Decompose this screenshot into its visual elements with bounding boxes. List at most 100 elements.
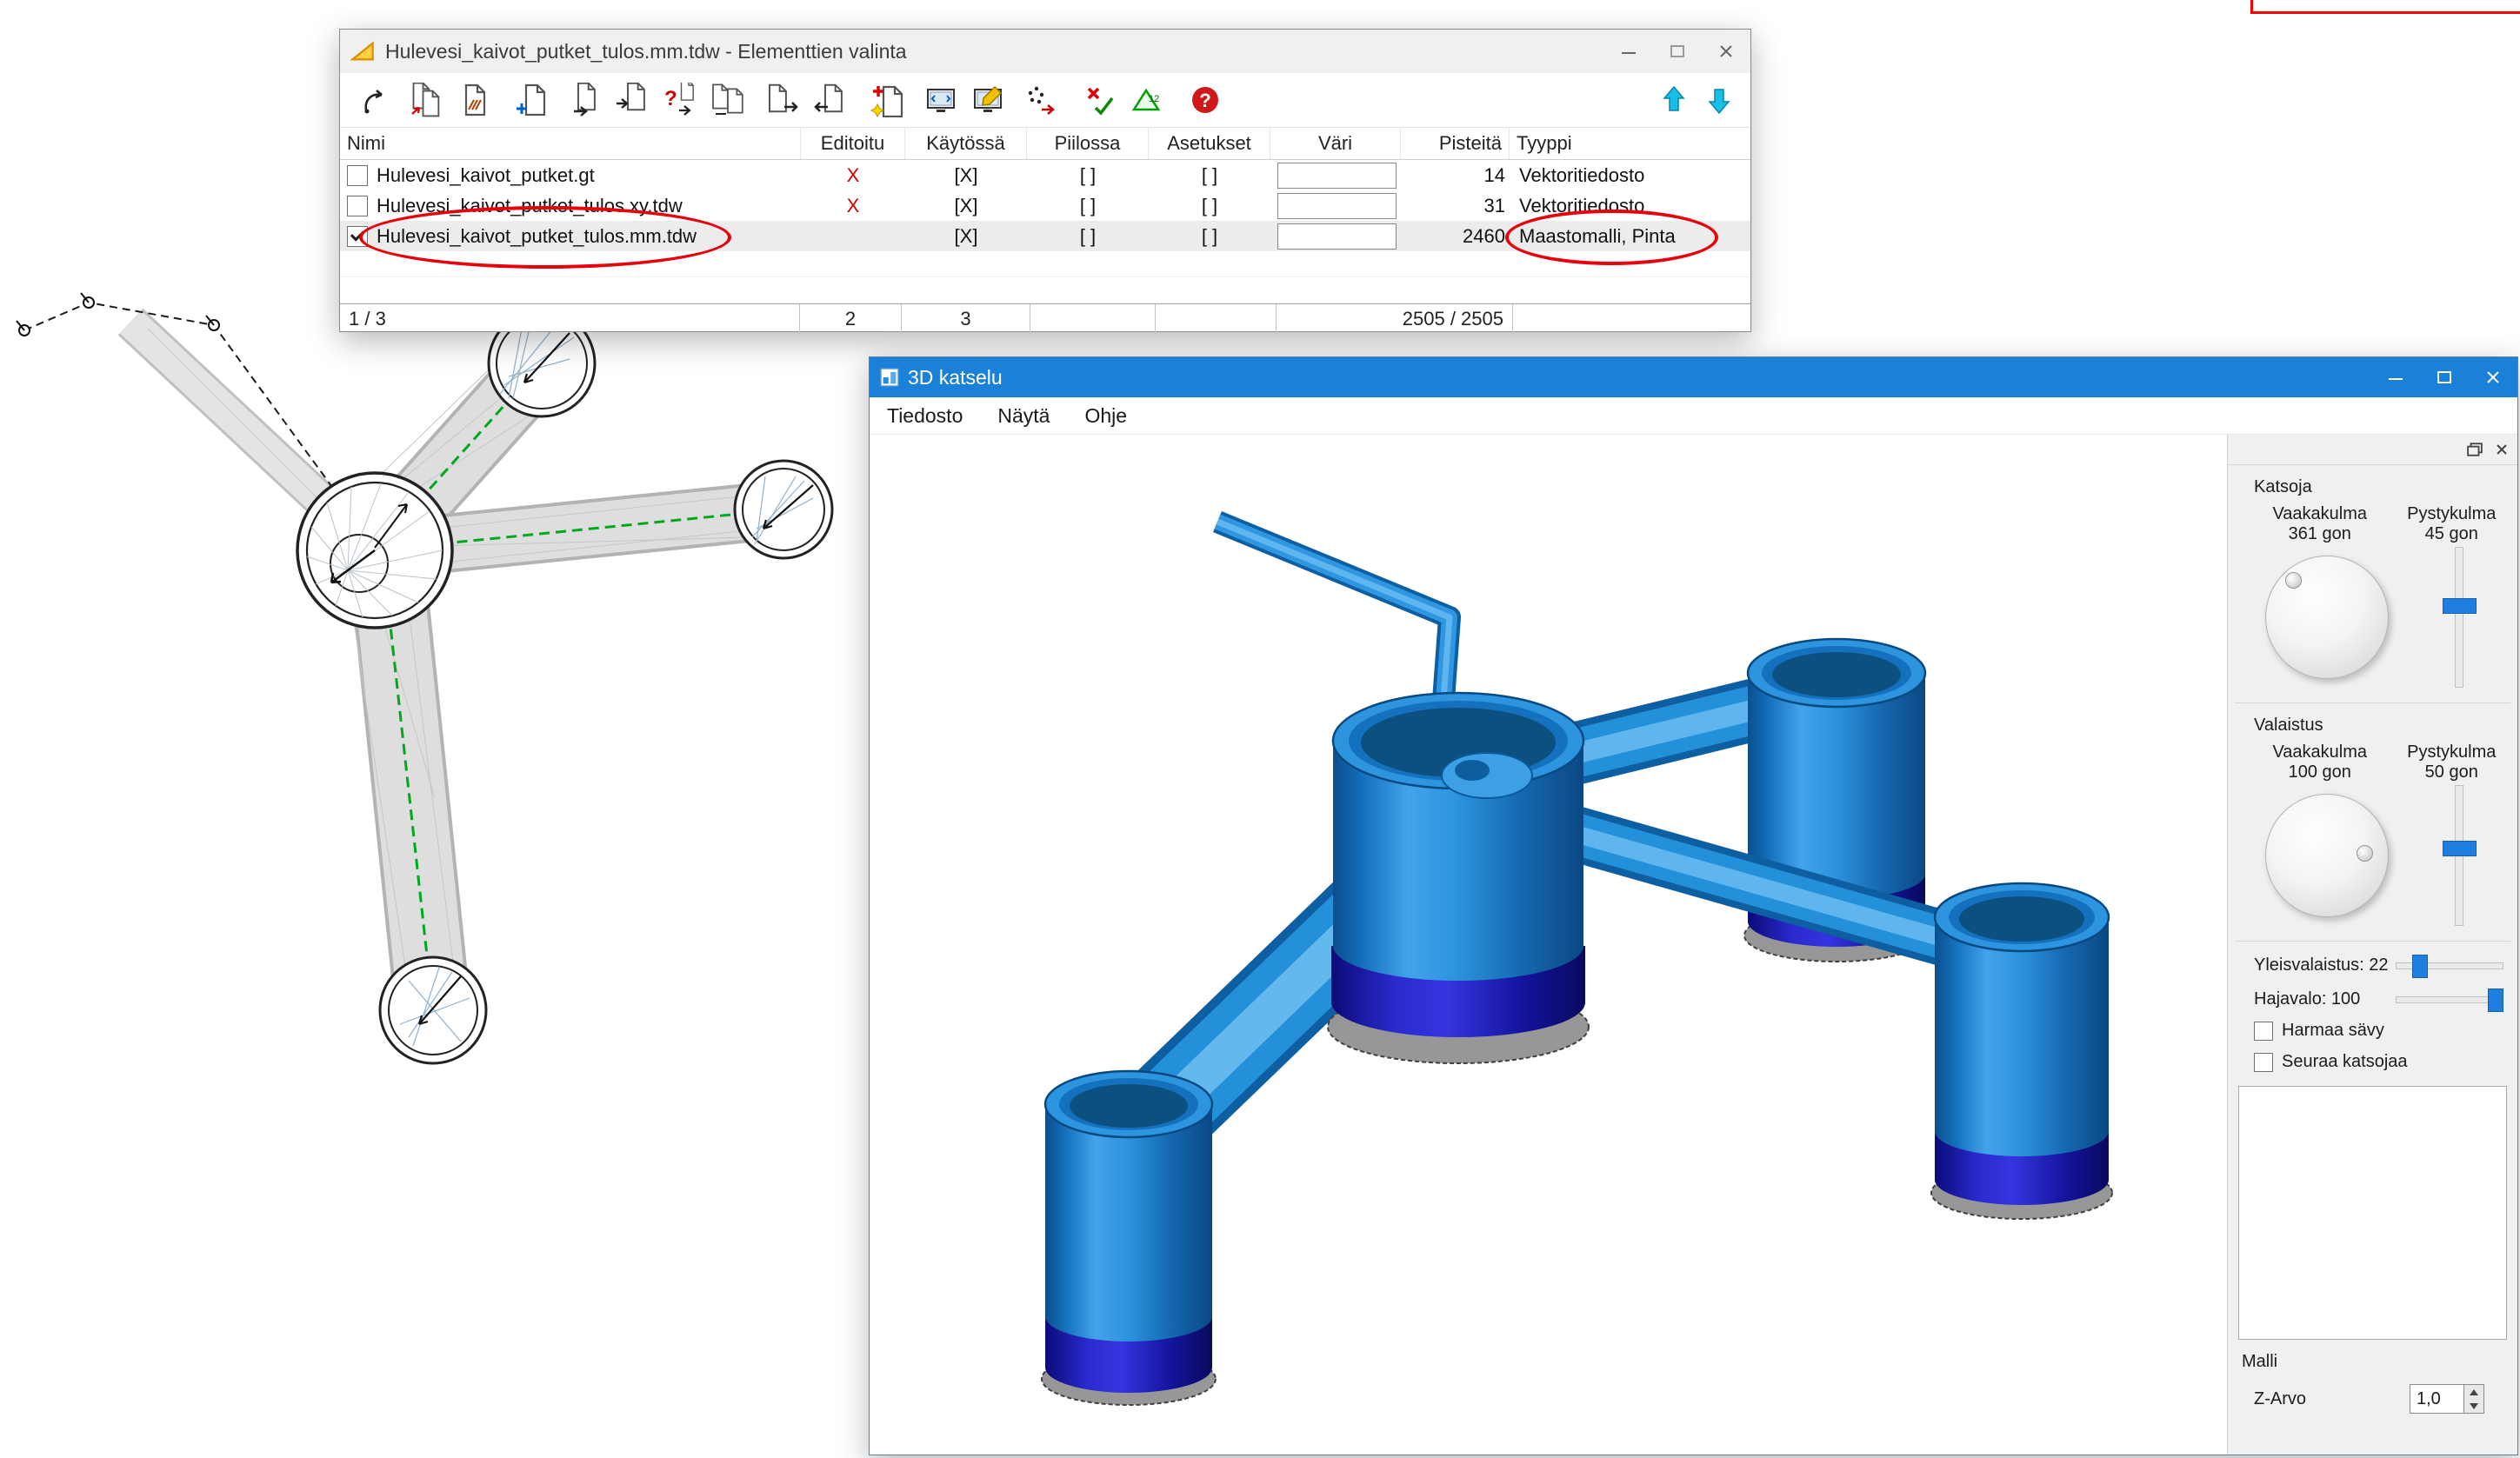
color-swatch[interactable]	[1277, 223, 1397, 250]
viewer-app-icon	[880, 368, 899, 387]
valaistus-horizontal-dial[interactable]	[2265, 794, 2389, 917]
close-button[interactable]	[1702, 33, 1750, 70]
kaytossa-value: [X]	[905, 190, 1027, 221]
dock-header	[2228, 435, 2517, 465]
menu-tiedosto[interactable]: Tiedosto	[870, 397, 980, 434]
model-3d-drawing	[870, 435, 2226, 1454]
float-panel-icon[interactable]	[2467, 443, 2483, 456]
tyyppi-value: Maastomalli, Pinta	[1512, 221, 1750, 251]
spin-up-icon[interactable]	[2464, 1385, 2483, 1399]
menu-bar: Tiedosto Näytä Ohje	[870, 397, 2517, 435]
col-editoitu[interactable]: Editoitu	[801, 128, 905, 159]
row-checkbox[interactable]	[347, 226, 368, 247]
row-checkbox[interactable]	[347, 165, 368, 186]
katsoja-horizontal-dial[interactable]	[2265, 556, 2389, 679]
window-title: 3D katselu	[908, 366, 1003, 389]
katsoja-vertical-slider[interactable]	[2455, 547, 2463, 688]
seuraa-katsojaa-label: Seuraa katsojaa	[2282, 1052, 2408, 1072]
col-kaytossa[interactable]: Käytössä	[905, 128, 1027, 159]
z-arvo-spinner[interactable]: 1,0	[2410, 1384, 2484, 1414]
yleisvalaistus-slider[interactable]	[2396, 962, 2503, 969]
kaytossa-value: [X]	[905, 160, 1027, 190]
titlebar[interactable]: 3D katselu	[870, 357, 2517, 397]
pick-element-icon[interactable]	[357, 81, 396, 119]
svg-text:?: ?	[664, 87, 677, 110]
valaistus-vertical-slider[interactable]	[2455, 785, 2463, 926]
file-add-icon[interactable]	[512, 81, 550, 119]
svg-text:?: ?	[1199, 90, 1210, 111]
valaistus-pystykulma-label: Pystykulma	[2386, 742, 2518, 762]
status-points: 2505 / 2505	[1277, 304, 1513, 334]
piilossa-value: [ ]	[1027, 160, 1149, 190]
file-new-icon[interactable]	[869, 81, 907, 119]
col-vari[interactable]: Väri	[1270, 128, 1401, 159]
file-next-icon[interactable]	[567, 81, 605, 119]
z-arvo-label: Z-Arvo	[2254, 1389, 2306, 1409]
seuraa-katsojaa-checkbox[interactable]	[2254, 1053, 2273, 1072]
close-button[interactable]	[2469, 359, 2517, 396]
table-row[interactable]: Hulevesi_kaivot_putket.gt X [X] [ ] [ ] …	[340, 160, 1750, 190]
minimize-button[interactable]	[1604, 33, 1653, 70]
kaytossa-value: [X]	[905, 221, 1027, 251]
harmaa-savy-label: Harmaa sävy	[2282, 1021, 2384, 1041]
hajavalo-slider[interactable]	[2396, 996, 2503, 1003]
svg-text:12: 12	[1149, 94, 1159, 104]
file-pair-icon[interactable]	[708, 81, 746, 119]
table-row[interactable]: Hulevesi_kaivot_putket_tulos.xy.tdw X [X…	[340, 190, 1750, 221]
katsoja-label: Katsoja	[2254, 477, 2517, 497]
maximize-button[interactable]	[1653, 33, 1702, 70]
help-icon[interactable]: ?	[1186, 81, 1224, 119]
col-tyyppi[interactable]: Tyyppi	[1510, 128, 1750, 159]
table-row-selected[interactable]: Hulevesi_kaivot_putket_tulos.mm.tdw [X] …	[340, 221, 1750, 251]
view-settings-panel: Katsoja Vaakakulma 361 gon Pystykulma 45…	[2227, 435, 2517, 1455]
spin-down-icon[interactable]	[2464, 1399, 2483, 1413]
fit-screen-icon[interactable]	[922, 81, 960, 119]
menu-ohje[interactable]: Ohje	[1067, 397, 1144, 434]
col-pisteita[interactable]: Pisteitä	[1401, 128, 1510, 159]
minimize-button[interactable]	[2371, 359, 2420, 396]
col-piilossa[interactable]: Piilossa	[1027, 128, 1149, 159]
edit-element-icon[interactable]	[456, 81, 494, 119]
slider-handle[interactable]	[2488, 989, 2503, 1012]
status-empty2	[1156, 304, 1277, 334]
dial-knob[interactable]	[2357, 845, 2373, 862]
file-export-icon[interactable]	[764, 81, 803, 119]
model-listbox[interactable]	[2238, 1086, 2507, 1340]
row-checkbox[interactable]	[347, 196, 368, 216]
status-count: 1 / 3	[340, 304, 800, 334]
point-scatter-icon[interactable]	[1022, 81, 1060, 119]
file-name: Hulevesi_kaivot_putket_tulos.mm.tdw	[377, 225, 697, 248]
titlebar[interactable]: Hulevesi_kaivot_putket_tulos.mm.tdw - El…	[340, 30, 1750, 73]
move-down-icon[interactable]	[1700, 81, 1738, 119]
col-asetukset[interactable]: Asetukset	[1149, 128, 1270, 159]
col-nimi[interactable]: Nimi	[340, 128, 801, 159]
triangulation-icon[interactable]: 12	[1126, 81, 1164, 119]
plan-view-canvas[interactable]	[0, 276, 852, 1111]
screen-edit-icon[interactable]	[969, 81, 1007, 119]
slider-handle[interactable]	[2443, 841, 2477, 856]
annotation-corner-tick	[2250, 0, 2253, 14]
file-import-icon[interactable]	[810, 81, 848, 119]
viewport-3d[interactable]	[870, 435, 2227, 1455]
z-arvo-input[interactable]: 1,0	[2410, 1384, 2464, 1414]
tyyppi-value: Vektoritiedosto	[1512, 160, 1750, 190]
color-swatch[interactable]	[1277, 163, 1397, 189]
check-validate-icon[interactable]	[1081, 81, 1119, 119]
copy-element-icon[interactable]	[406, 81, 444, 119]
asetukset-value: [ ]	[1149, 221, 1270, 251]
katsoja-vaakakulma-value: 361 gon	[2254, 524, 2386, 544]
file-browse-icon[interactable]	[613, 81, 651, 119]
harmaa-savy-checkbox[interactable]	[2254, 1022, 2273, 1041]
manhole-farright-3d	[1931, 883, 2112, 1219]
menu-nayta[interactable]: Näytä	[980, 397, 1067, 434]
katsoja-pystykulma-value: 45 gon	[2386, 524, 2518, 544]
file-unknown-icon[interactable]: ?	[660, 81, 698, 119]
move-up-icon[interactable]	[1655, 81, 1693, 119]
close-panel-icon[interactable]	[2495, 443, 2509, 456]
tyyppi-value: Vektoritiedosto	[1512, 190, 1750, 221]
dial-knob[interactable]	[2285, 572, 2302, 589]
slider-handle[interactable]	[2443, 598, 2477, 614]
color-swatch[interactable]	[1277, 193, 1397, 219]
maximize-button[interactable]	[2420, 359, 2469, 396]
slider-handle[interactable]	[2412, 955, 2428, 978]
